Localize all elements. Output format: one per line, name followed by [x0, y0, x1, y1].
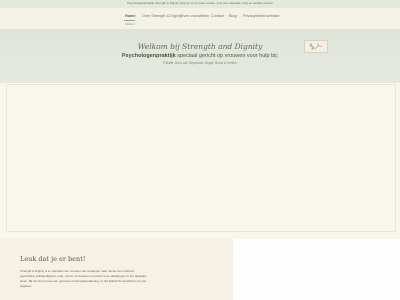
- hero-header: Welkom bij Strength and Dignity Psycholo…: [0, 29, 400, 83]
- nav-item-contact[interactable]: Contact: [211, 14, 224, 18]
- intro-section: Leuk dat je er bent! Strength & Dignity …: [0, 239, 233, 300]
- services-tagline: Relatie, Burn-out, Depressie, Angst, Rou…: [163, 61, 237, 65]
- top-announcement-bar: Psychologenpraktijk Strength & Dignity h…: [0, 0, 400, 8]
- intro-line: leven. Bij het zien is hoe een gemeten e…: [20, 279, 147, 283]
- nav-item-blog[interactable]: Blog: [229, 14, 237, 18]
- announcement-text: Psychologenpraktijk Strength & Dignity h…: [127, 1, 273, 5]
- nav-subtitle: Welkom: [125, 21, 136, 26]
- brand-logo[interactable]: [304, 40, 328, 53]
- nav-item-even-voorstellen[interactable]: Even voorstellen: [181, 14, 209, 18]
- subtitle-text: speciaal gericht op vrouwen voor hulp bi…: [175, 53, 279, 59]
- nav-item-home[interactable]: Home: [125, 14, 136, 18]
- welcome-title: Welkom bij Strength and Dignity: [137, 42, 263, 51]
- subtitle-practice-name: Psychologenpraktijk: [121, 53, 176, 59]
- intro-line: psychische zelfstandigheid, hulp, rust e…: [20, 274, 147, 278]
- practice-subtitle: Psychologenpraktijk speciaal gericht op …: [0, 53, 400, 59]
- nav-item-privacy[interactable]: Privacybeleid website: [243, 14, 280, 18]
- logo-mark-icon: [310, 43, 323, 50]
- nav-item-over[interactable]: Over Strength & Dignity: [142, 14, 182, 18]
- intro-line: uitgaven.: [20, 284, 33, 288]
- intro-line: Strength & Dignity is er speciaal voor v…: [20, 269, 135, 273]
- main-navigation: Home Welkom Over Strength & Dignity Even…: [0, 8, 400, 29]
- intro-title: Leuk dat je er bent!: [20, 255, 86, 263]
- content-panel: [6, 84, 396, 232]
- side-panel: [233, 239, 400, 300]
